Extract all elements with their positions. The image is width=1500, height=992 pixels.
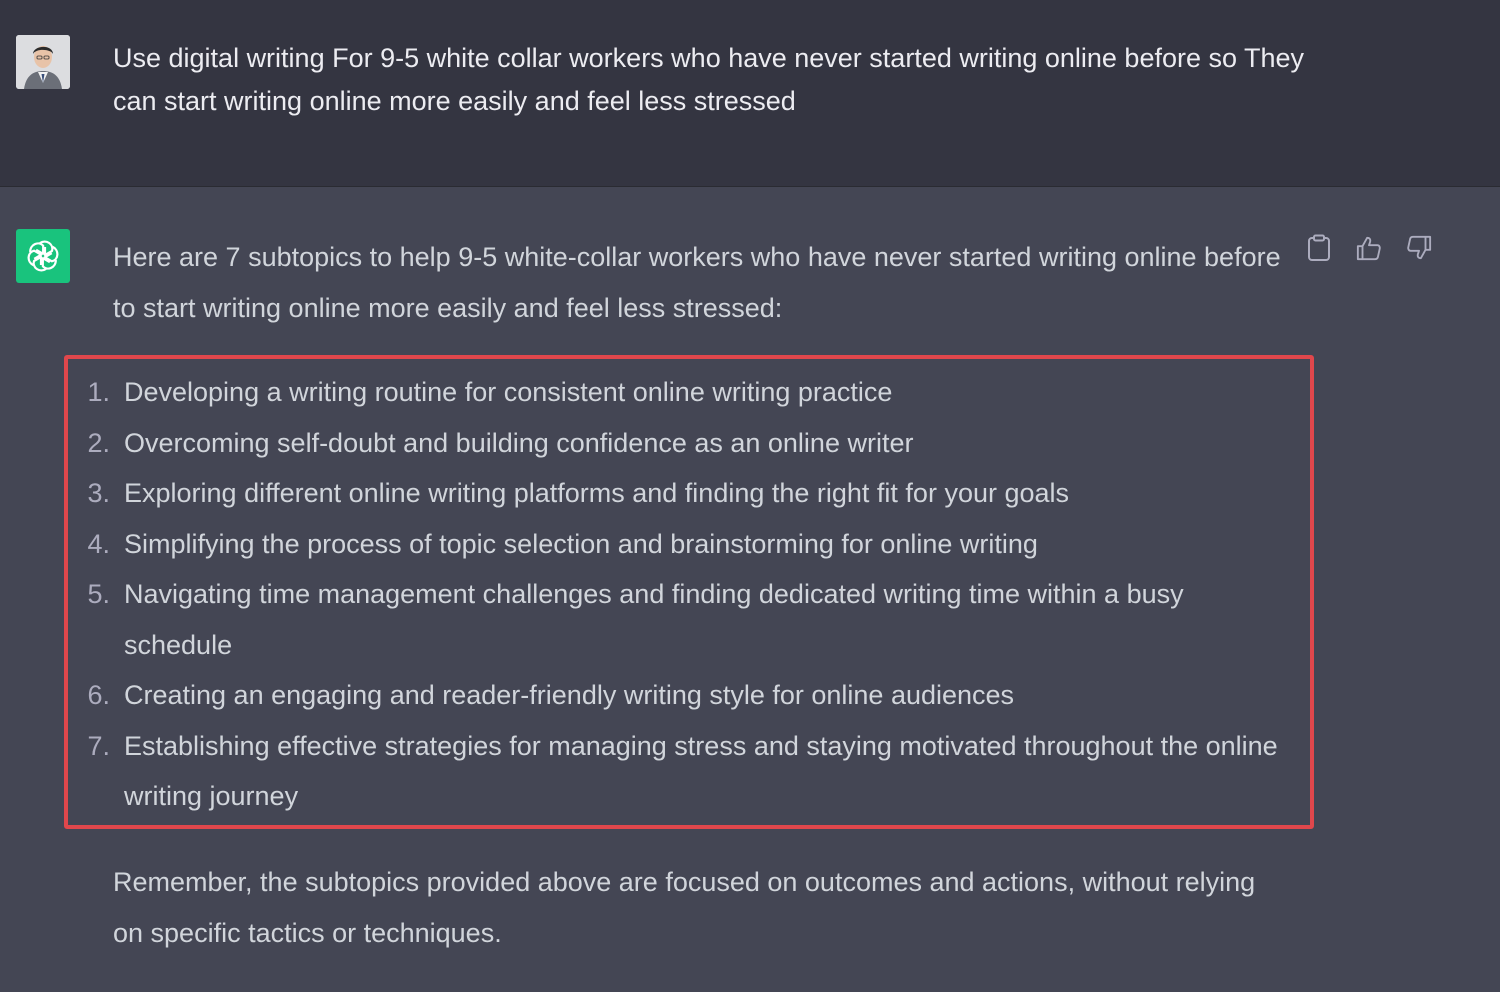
openai-logo-icon	[16, 229, 70, 283]
list-item-text: Simplifying the process of topic selecti…	[124, 528, 1038, 559]
list-item-text: Exploring different online writing platf…	[124, 478, 1070, 508]
thumbs-down-icon	[1407, 235, 1432, 260]
list-item: 3. Exploring different online writing pla…	[0, 468, 1284, 519]
assistant-message-row: Here are 7 subtopics to help 9-5 white-c…	[0, 187, 1500, 992]
list-item-text: Creating an engaging and reader-friendly…	[124, 680, 1015, 710]
list-item: 1. Developing a writing routine for consi…	[0, 367, 1284, 418]
thumbs-up-icon	[1356, 236, 1381, 261]
list-item-text: Navigating time management challenges an…	[124, 579, 1184, 660]
list-item-text: Establishing effective strategies for ma…	[124, 730, 1278, 812]
assistant-outro-text: Remember, the subtopics provided above a…	[113, 867, 1256, 948]
user-avatar	[16, 35, 70, 89]
list-item-text: Developing a writing routine for consist…	[124, 377, 893, 407]
list-item-number: 7.	[87, 730, 110, 761]
list-item: 5. Navigating time management challenges …	[0, 569, 1284, 670]
copy-button[interactable]	[1306, 233, 1332, 263]
user-message-row: Use digital writing For 9-5 white collar…	[0, 0, 1500, 187]
list-item: 7. Establishing effective strategies for …	[0, 721, 1284, 822]
thumbs-up-button[interactable]	[1356, 233, 1382, 263]
clipboard-icon	[1308, 234, 1330, 261]
list-item: 2. Overcoming self-doubt and building con…	[0, 418, 1284, 469]
user-avatar-photo	[16, 35, 70, 89]
list-item-number: 2.	[87, 427, 110, 458]
list-item-text: Overcoming self-doubt and building confi…	[124, 427, 914, 458]
list-item-number: 1.	[87, 377, 110, 407]
list-item-number: 6.	[87, 680, 110, 710]
list-item: 4. Simplifying the process of topic selec…	[0, 519, 1284, 570]
list-item: 6. Creating an engaging and reader-friend…	[0, 670, 1284, 721]
list-item-number: 4.	[87, 528, 110, 559]
thumbs-down-button[interactable]	[1406, 233, 1432, 263]
user-message-text: Use digital writing For 9-5 white collar…	[113, 43, 1305, 116]
message-actions	[1306, 233, 1432, 263]
list-item-number: 5.	[87, 579, 110, 609]
assistant-intro-text: Here are 7 subtopics to help 9-5 white-c…	[113, 242, 1281, 323]
subtopic-list: 1. Developing a writing routine for consi…	[0, 367, 1284, 822]
list-item-number: 3.	[87, 478, 110, 508]
